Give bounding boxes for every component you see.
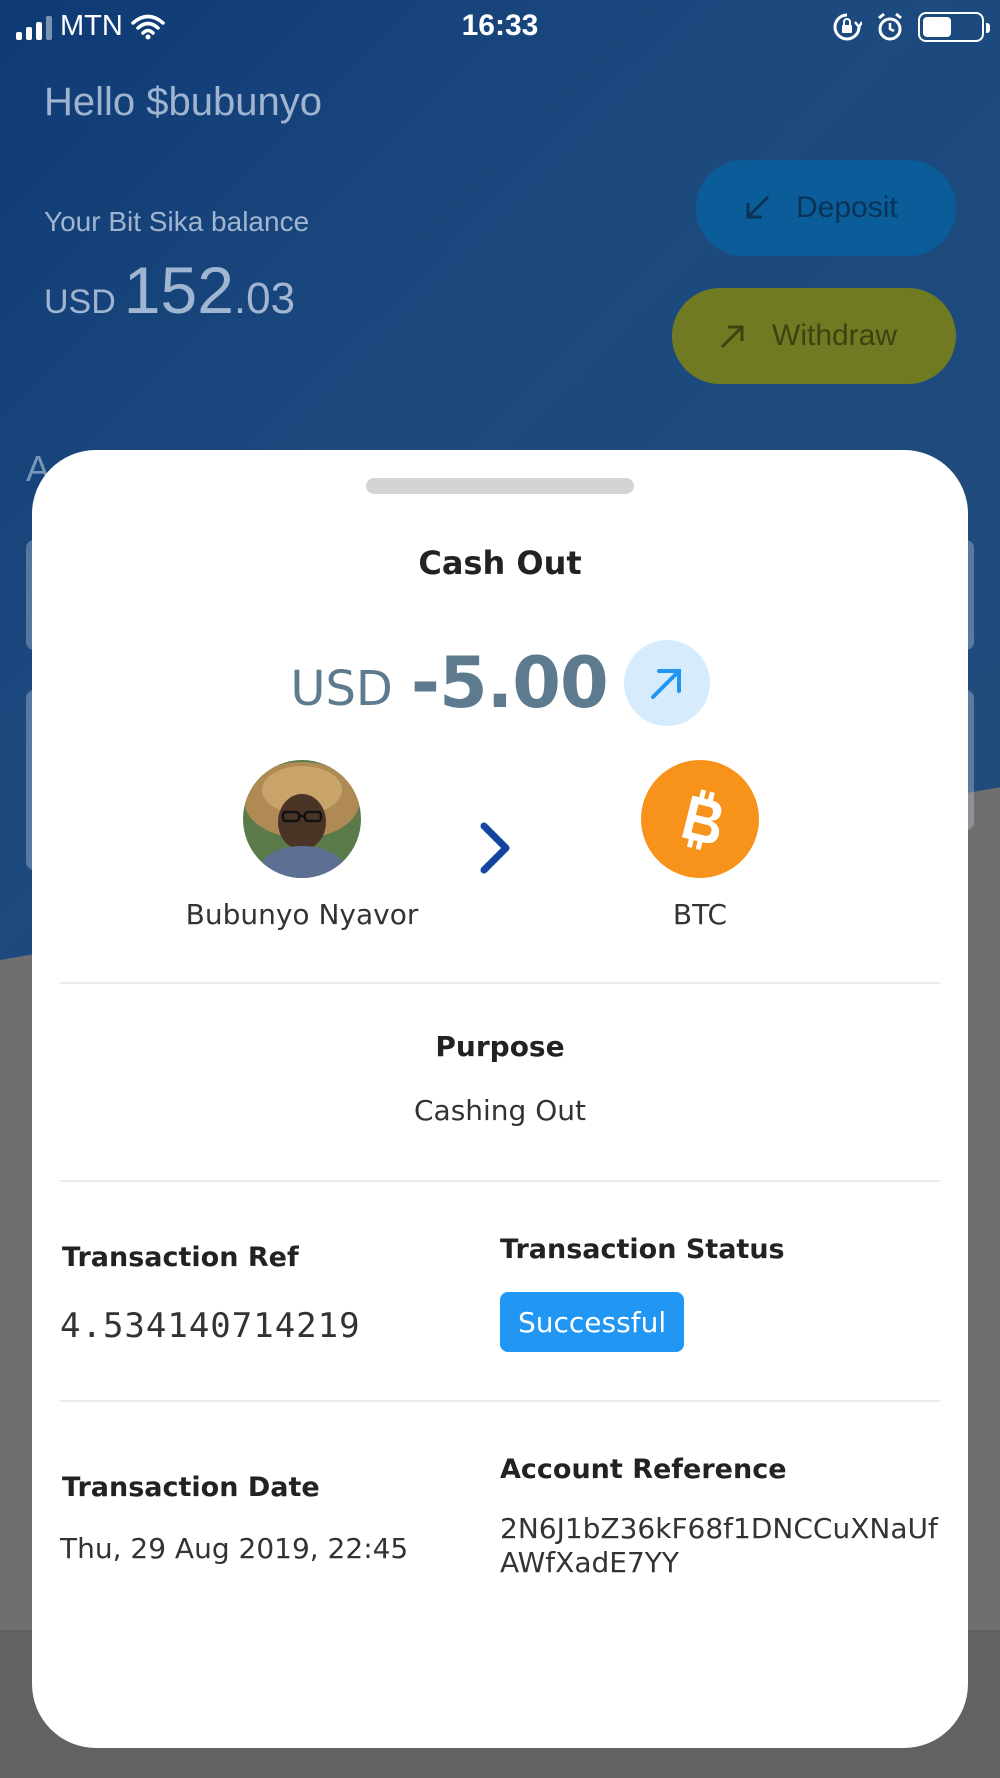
account-reference-label: Account Reference: [500, 1454, 787, 1485]
purpose-value: Cashing Out: [413, 1094, 586, 1127]
sender: Bubunyo Nyavor: [152, 760, 452, 931]
sheet-title: Cash Out: [418, 544, 582, 582]
status-bar: MTN 16:33: [0, 0, 1000, 56]
divider: [60, 1180, 940, 1182]
deposit-label: Deposit: [796, 191, 898, 224]
sheet-drag-handle[interactable]: [366, 478, 634, 494]
amount-currency: USD: [290, 661, 393, 717]
rotation-lock-icon: [833, 13, 862, 41]
recipient-name: BTC: [672, 898, 728, 931]
chevron-right-icon: [480, 822, 510, 874]
outgoing-badge: [623, 640, 710, 726]
balance-amount: USD 152.03: [44, 252, 295, 328]
amount-value: -5.00: [410, 642, 609, 724]
arrow-down-left-icon: [746, 195, 770, 219]
status-badge: Successful: [500, 1292, 685, 1352]
alarm-icon: [878, 12, 902, 41]
bitcoin-icon: [641, 760, 759, 878]
arrow-up-right-icon: [650, 669, 681, 699]
purpose-label: Purpose: [435, 1030, 565, 1063]
balance-label: Your Bit Sika balance: [44, 206, 310, 237]
greeting-text: Hello $bubunyo: [44, 80, 322, 124]
transaction-detail-sheet: Cash Out USD -5.00 Bubunyo Nyavor BTC Pu…: [32, 450, 968, 1748]
transaction-status-label: Transaction Status: [500, 1234, 785, 1265]
transaction-date-value: Thu, 29 Aug 2019, 22:45: [60, 1532, 409, 1565]
balance-decimal: .03: [233, 274, 296, 323]
withdraw-button[interactable]: Withdraw: [672, 288, 956, 384]
transaction-date-label: Transaction Date: [62, 1472, 320, 1503]
transaction-amount: USD -5.00: [32, 640, 968, 726]
deposit-button[interactable]: Deposit: [696, 160, 956, 256]
balance-integer: 152: [123, 253, 234, 327]
battery-icon: [918, 12, 990, 42]
recipient: BTC: [550, 760, 850, 931]
arrow-up-right-icon: [720, 325, 744, 349]
sender-name: Bubunyo Nyavor: [185, 898, 419, 931]
withdraw-label: Withdraw: [772, 319, 898, 352]
transaction-ref-label: Transaction Ref: [62, 1242, 299, 1273]
divider: [60, 982, 940, 984]
account-reference-value: 2N6J1bZ36kF68f1DNCCuXNaUfAWfXadE7YY: [500, 1512, 938, 1579]
sender-avatar: [243, 760, 361, 878]
balance-currency: USD: [44, 283, 116, 321]
divider: [60, 1400, 940, 1402]
transaction-ref-value: 4.534140714219: [60, 1306, 361, 1346]
